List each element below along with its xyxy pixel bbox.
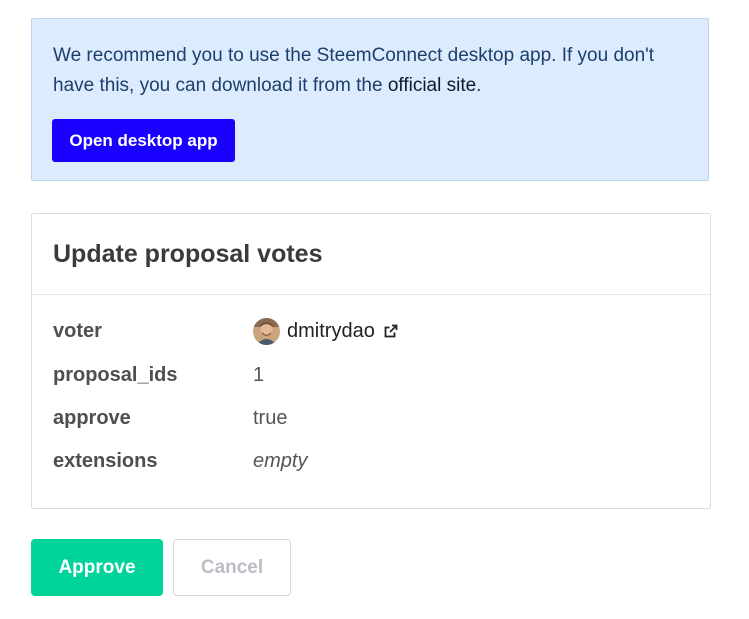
field-value: 1: [253, 364, 265, 386]
field-value: empty: [253, 450, 308, 472]
voter-account-link[interactable]: dmitrydao: [287, 316, 375, 346]
field-key: voter: [53, 320, 102, 342]
approve-button[interactable]: Approve: [31, 539, 163, 596]
official-site-link[interactable]: official site: [388, 75, 476, 96]
field-row-proposal-ids: proposal_ids 1: [53, 360, 693, 390]
cancel-button[interactable]: Cancel: [173, 539, 291, 596]
notice-text-end: .: [476, 75, 482, 96]
field-key: extensions: [53, 450, 158, 472]
notice-message: We recommend you to use the SteemConnect…: [53, 41, 693, 101]
desktop-app-notice: We recommend you to use the SteemConnect…: [31, 18, 709, 181]
avatar: [253, 317, 280, 345]
field-key: proposal_ids: [53, 364, 178, 386]
open-desktop-app-button[interactable]: Open desktop app: [52, 119, 235, 162]
operation-title: Update proposal votes: [53, 240, 323, 268]
sign-page: We recommend you to use the SteemConnect…: [0, 0, 749, 619]
external-link-icon[interactable]: [383, 323, 399, 339]
field-value: true: [253, 407, 288, 429]
card-divider: [32, 294, 710, 295]
field-row-voter: voter dmitrydao: [53, 316, 693, 346]
field-row-extensions: extensions empty: [53, 446, 693, 476]
notice-text: We recommend you to use the SteemConnect…: [53, 45, 655, 96]
field-value: dmitrydao: [253, 316, 399, 346]
field-key: approve: [53, 407, 131, 429]
field-row-approve: approve true: [53, 403, 693, 433]
operation-card: Update proposal votes voter dmitrydao pr…: [31, 213, 711, 509]
